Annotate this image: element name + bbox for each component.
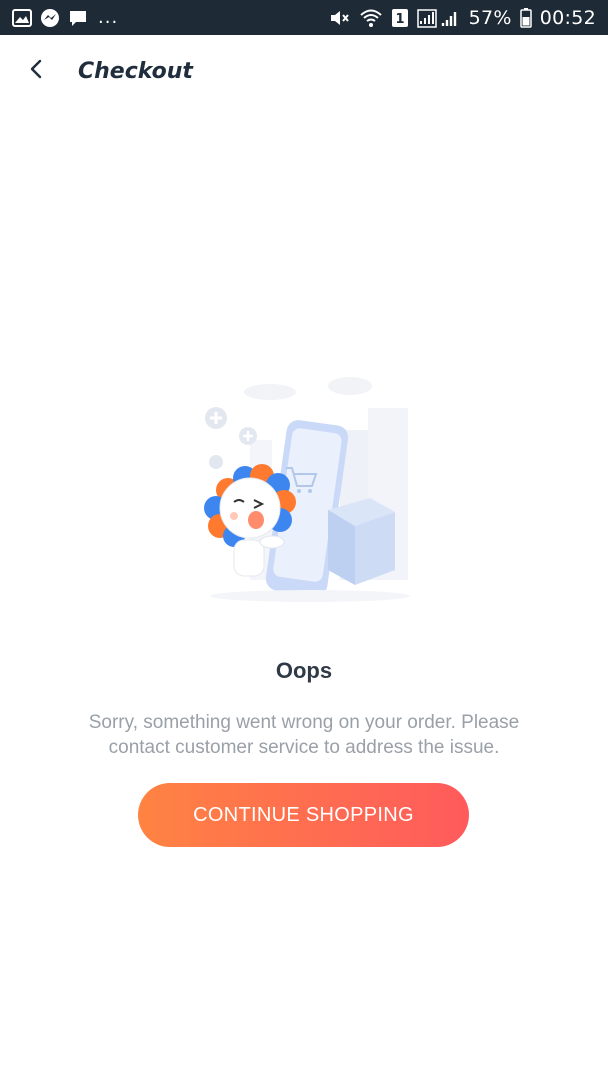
chevron-left-icon: [28, 57, 44, 86]
battery-percentage: 57%: [468, 6, 512, 29]
page-title: Checkout: [78, 58, 193, 84]
clock: 00:52: [539, 6, 596, 29]
error-title: Oops: [275, 658, 333, 683]
battery-icon: [519, 7, 532, 28]
wifi-icon: [359, 8, 383, 28]
gallery-icon: [12, 8, 32, 27]
messenger-icon: [40, 8, 60, 28]
more-notifications-indicator: ...: [98, 7, 119, 28]
sim-slot-icon: 1: [391, 8, 409, 28]
sim-slot-number: 1: [395, 12, 404, 27]
back-button[interactable]: [12, 47, 60, 95]
app-header: Checkout: [0, 35, 608, 107]
chat-icon: [68, 8, 88, 28]
signal-icon: [416, 8, 461, 28]
error-illustration: [190, 370, 420, 605]
mute-icon: [329, 8, 351, 28]
continue-shopping-button[interactable]: CONTINUE SHOPPING: [138, 783, 469, 847]
status-bar-notifications: ...: [12, 7, 118, 28]
status-bar: ... 1 57% 00:52: [0, 0, 608, 35]
status-bar-system: 1 57% 00:52: [329, 7, 596, 29]
error-message: Sorry, something went wrong on your orde…: [88, 712, 520, 758]
